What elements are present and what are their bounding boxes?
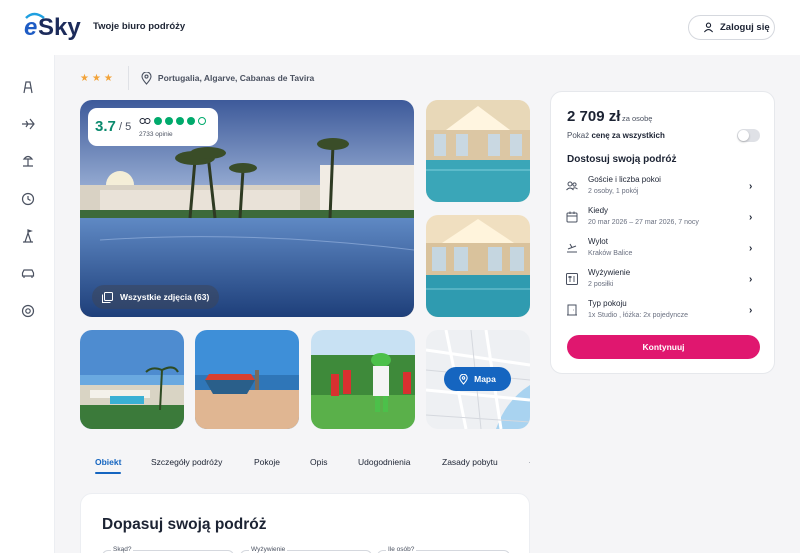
price-for-all-toggle[interactable] (737, 129, 760, 142)
flight-icon[interactable] (20, 116, 36, 132)
tripadvisor-dot (165, 117, 173, 125)
tab-szczegoly-podrozy[interactable]: Szczegóły podróży (151, 457, 222, 467)
gallery-thumbnail[interactable] (195, 330, 299, 429)
meal-field-label: Wyżywienie (249, 546, 288, 553)
tab-obiekt[interactable]: Obiekt (95, 457, 121, 467)
meal-option-title: Wyżywienie (588, 268, 631, 277)
departure-option-value: Kraków Balice (588, 250, 633, 257)
toggle-bold: cenę za wszystkich (591, 131, 665, 140)
dates-option-value: 20 mar 2026 – 27 mar 2026, 7 nocy (588, 219, 699, 226)
tripadvisor-dot (187, 117, 195, 125)
guests-field-label: Ile osób? (386, 546, 417, 553)
sidebar-nav (0, 55, 55, 553)
tab-opis[interactable]: Opis (310, 457, 327, 467)
gallery-thumbnail[interactable] (311, 330, 415, 429)
user-icon (703, 22, 714, 33)
tripadvisor-icon (139, 118, 151, 124)
last-minute-icon[interactable] (20, 191, 36, 207)
indoor-pool-photo[interactable] (426, 100, 530, 202)
hotel-tabs: Obiekt Szczegóły podróży Pokoje Opis Udo… (80, 450, 531, 480)
room-icon (567, 304, 577, 316)
tripadvisor-dot (176, 117, 184, 125)
location-pin-icon (141, 71, 152, 85)
tripadvisor-dot (154, 117, 162, 125)
guests-option[interactable]: Goście i liczba pokoi 2 osoby, 1 pokój › (559, 174, 768, 204)
excursion-icon[interactable] (20, 228, 36, 244)
support-icon[interactable] (20, 303, 36, 319)
customize-title: Dostosuj swoją podróż (567, 154, 677, 165)
booking-panel: 2 709 zł za osobę Pokaż cenę za wszystki… (550, 91, 775, 374)
hotel-icon[interactable] (20, 79, 36, 95)
hotel-location: Portugalia, Algarve, Cabanas de Tavira (141, 71, 315, 85)
map-label: Mapa (474, 374, 496, 384)
login-button[interactable]: Zaloguj się (688, 15, 775, 40)
tagline: Twoje biuro podróży (93, 21, 186, 32)
guests-option-title: Goście i liczba pokoi (588, 175, 661, 184)
price-toggle-label: Pokaż cenę za wszystkich (567, 131, 665, 140)
boat-beach-image (195, 330, 299, 429)
vacation-icon[interactable] (20, 153, 36, 169)
main-hotel-photo[interactable]: 3.7 / 5 2733 opinie Wszystkie zdjęcia (6… (80, 100, 414, 317)
gallery-icon (102, 291, 113, 303)
continue-button[interactable]: Kontynuuj (567, 335, 760, 359)
rating-value: 3.7 (95, 118, 116, 135)
chevron-right-icon: › (749, 274, 753, 285)
tab-more[interactable]: · (528, 457, 531, 467)
all-photos-button[interactable]: Wszystkie zdjęcia (63) (92, 285, 220, 309)
tab-udogodnienia[interactable]: Udogodnienia (358, 457, 410, 467)
meal-option[interactable]: Wyżywienie 2 posiłki › (559, 267, 768, 297)
room-type-option-value: 1x Studio , łóżka: 2x pojedyncze (588, 312, 689, 319)
adjust-trip-card: Dopasuj swoją podróż Skąd? Wyżywienie Il… (80, 493, 530, 553)
map-thumbnail[interactable]: Mapa (426, 330, 530, 429)
indoor-pool-photo-2[interactable] (426, 215, 530, 317)
room-type-option[interactable]: Typ pokoju 1x Studio , łóżka: 2x pojedyn… (559, 298, 768, 328)
tab-zasady-pobytu[interactable]: Zasady pobytu (442, 457, 498, 467)
tab-pokoje[interactable]: Pokoje (254, 457, 280, 467)
room-type-option-title: Typ pokoju (588, 299, 627, 308)
meal-option-value: 2 posiłki (588, 281, 614, 288)
resort-view-image (80, 330, 184, 429)
login-label: Zaloguj się (720, 22, 770, 33)
svg-text:Sky: Sky (38, 14, 81, 41)
active-tab-indicator (95, 472, 121, 474)
indoor-pool-image (426, 215, 530, 317)
adjust-title: Dopasuj swoją podróż (102, 516, 267, 533)
price: 2 709 zł (567, 108, 621, 125)
chevron-right-icon: › (749, 305, 753, 316)
calendar-icon (566, 211, 578, 223)
reviews-count[interactable]: 2733 opinie (139, 131, 173, 138)
dates-option-title: Kiedy (588, 206, 609, 215)
chevron-right-icon: › (749, 181, 753, 192)
departure-icon (567, 243, 577, 253)
top-header: e Sky Twoje biuro podróży Zaloguj się (0, 0, 800, 55)
from-field-label: Skąd? (111, 546, 134, 553)
all-photos-label: Wszystkie zdjęcia (63) (120, 292, 210, 302)
price-unit: za osobę (622, 114, 653, 123)
meal-icon (566, 273, 578, 285)
tripadvisor-rating (139, 117, 206, 125)
chevron-right-icon: › (749, 212, 753, 223)
location-pin-icon (459, 373, 468, 385)
tripadvisor-dot-empty (198, 117, 206, 125)
gallery-thumbnail[interactable] (80, 330, 184, 429)
guests-icon (566, 181, 578, 191)
indoor-pool-image (426, 100, 530, 202)
departure-option-title: Wylot (588, 237, 608, 246)
hotel-header: ★★★ Portugalia, Algarve, Cabanas de Tavi… (80, 66, 315, 90)
esky-logo[interactable]: e Sky (24, 12, 84, 42)
divider (127, 66, 129, 90)
location-text: Portugalia, Algarve, Cabanas de Tavira (157, 73, 315, 83)
mascot-garden-image (311, 330, 415, 429)
rating-card: 3.7 / 5 2733 opinie (88, 108, 218, 146)
departure-option[interactable]: Wylot Kraków Balice › (559, 236, 768, 266)
toggle-prefix: Pokaż (567, 131, 592, 140)
svg-text:e: e (24, 14, 37, 41)
map-button[interactable]: Mapa (444, 367, 511, 391)
guests-option-value: 2 osoby, 1 pokój (588, 188, 639, 195)
chevron-right-icon: › (749, 243, 753, 254)
dates-option[interactable]: Kiedy 20 mar 2026 – 27 mar 2026, 7 nocy … (559, 205, 768, 235)
hotel-stars: ★★★ (80, 72, 116, 84)
rating-max: / 5 (119, 121, 132, 133)
car-icon[interactable] (20, 265, 36, 281)
